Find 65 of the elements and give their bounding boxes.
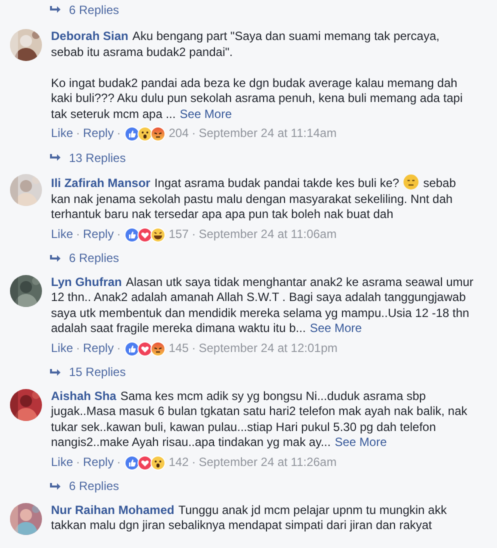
reaction-count[interactable]: 204 bbox=[168, 126, 189, 142]
reaction-count[interactable]: 145 bbox=[168, 340, 189, 356]
comment-text: Nur Raihan Mohamed Tunggu anak jd mcm pelajar upnm tu mungkin akk takkan malu dgn jiran sebaliknya mendapat simpati dari jiran dan rakyat bbox=[51, 502, 448, 534]
separator-dot: · bbox=[116, 226, 121, 242]
see-more-link[interactable]: See More bbox=[180, 106, 232, 120]
surprised-reaction-icon bbox=[150, 454, 166, 470]
reaction-count[interactable]: 142 bbox=[168, 454, 189, 470]
reply-arrow-icon bbox=[50, 482, 61, 490]
surprised-reaction-icon bbox=[136, 126, 153, 142]
see-more-link[interactable]: See More bbox=[310, 321, 362, 335]
author-name[interactable]: Lyn Ghufran bbox=[51, 274, 122, 288]
separator-dot: · bbox=[76, 340, 80, 356]
replies-link[interactable]: 6 Replies bbox=[69, 2, 120, 16]
like-link[interactable]: Like bbox=[51, 340, 74, 356]
comment-text: Lyn Ghufran Alasan utk saya tidak menghantar anak2 ke asrama seawal umur 12 thn.. Anak2 adalah amanah Allah S.W.T . Bagi saya adalah tanggungjawab saya utk membentuk dan mendidik mereka selama yg mampu..Usia 12 -18 thn adalah saat fragile mereka dimana waktu itu b... See More bbox=[51, 274, 474, 336]
separator-dot: · bbox=[76, 454, 80, 470]
heart-reaction-icon bbox=[136, 454, 153, 470]
reply-link[interactable]: Reply bbox=[83, 454, 114, 470]
reply-link[interactable]: Reply bbox=[83, 126, 114, 142]
like-reaction-icon bbox=[124, 126, 140, 142]
replies-link[interactable]: 13 Replies bbox=[69, 150, 126, 164]
separator-dot: · bbox=[76, 226, 80, 242]
reply-arrow-icon bbox=[50, 5, 61, 14]
like-reaction-icon bbox=[124, 226, 140, 242]
like-link[interactable]: Like bbox=[51, 226, 74, 242]
neutral-face-emoji-icon bbox=[403, 174, 420, 190]
like-link[interactable]: Like bbox=[51, 454, 74, 470]
comment-text: Aishah Sha Sama kes mcm adik sy yg bongsu Ni...duduk asrama sbp jugak..Masa masuk 6 bulan tgkatan satu hari2 telefon mak ayah nak balik, nak tukar sek..kawan buli, kawan pulau...stiap Hari pukul 5.30 pg dah telefon nangis2..make Ayah risau..apa tindakan yg mak ay... See More bbox=[51, 388, 468, 450]
author-name[interactable]: Nur Raihan Mohamed bbox=[51, 502, 174, 516]
author-name[interactable]: Aishah Sha bbox=[51, 388, 116, 402]
reply-link[interactable]: Reply bbox=[83, 340, 114, 356]
replies-link[interactable]: 6 Replies bbox=[69, 479, 120, 493]
separator-dot: · bbox=[192, 340, 196, 356]
separator-dot: · bbox=[116, 340, 121, 356]
comment-text: Ili Zafirah Mansor Ingat asrama budak pandai takde kes buli ke? sebab kan nak jenama sekolah pastu malu dengan masyarakat sekeliling. Nnt dah terhantuk baru nak tersedar apa apa pun tak boleh nak buat dah bbox=[51, 174, 457, 222]
comment-text: Deborah Sian Aku bengang part "Saya dan suami memang tak percaya, sebab itu asrama budak2 pandai". bbox=[51, 29, 440, 60]
separator-dot: · bbox=[192, 454, 196, 470]
angry-reaction-icon bbox=[150, 340, 166, 356]
separator-dot: · bbox=[192, 226, 196, 242]
comment-text: Ko ingat budak2 pandai ada beza ke dgn budak average kalau memang dah kaki buli??? Aku dulu pun sekolah asrama penuh, kena buli memang ada tapi tak seteruk mcm apa ... See More bbox=[51, 76, 464, 122]
separator-dot: · bbox=[76, 126, 80, 142]
heart-reaction-icon bbox=[136, 340, 153, 356]
see-more-link[interactable]: See More bbox=[334, 435, 387, 449]
like-link[interactable]: Like bbox=[51, 126, 74, 142]
heart-reaction-icon bbox=[136, 226, 153, 242]
comment-timestamp[interactable]: September 24 at 11:14am bbox=[198, 126, 337, 142]
reply-arrow-icon bbox=[50, 368, 61, 376]
reply-arrow-icon bbox=[50, 254, 61, 262]
comment-timestamp[interactable]: September 24 at 11:26am bbox=[198, 454, 337, 470]
comment-timestamp[interactable]: September 24 at 12:01pm bbox=[198, 340, 338, 356]
reply-arrow-icon bbox=[50, 153, 61, 162]
comment-timestamp[interactable]: September 24 at 11:06am bbox=[198, 226, 337, 242]
like-reaction-icon bbox=[124, 454, 140, 470]
author-name[interactable]: Deborah Sian bbox=[51, 29, 128, 43]
replies-link[interactable]: 15 Replies bbox=[69, 365, 126, 379]
author-name[interactable]: Ili Zafirah Mansor bbox=[51, 176, 150, 190]
angry-reaction-icon bbox=[150, 126, 166, 142]
replies-link[interactable]: 6 Replies bbox=[69, 251, 120, 265]
reply-link[interactable]: Reply bbox=[83, 226, 114, 242]
like-reaction-icon bbox=[124, 340, 140, 356]
separator-dot: · bbox=[116, 126, 121, 142]
laughing-reaction-icon bbox=[150, 226, 166, 242]
separator-dot: · bbox=[116, 454, 121, 470]
reaction-count[interactable]: 157 bbox=[168, 226, 189, 242]
separator-dot: · bbox=[192, 126, 196, 142]
